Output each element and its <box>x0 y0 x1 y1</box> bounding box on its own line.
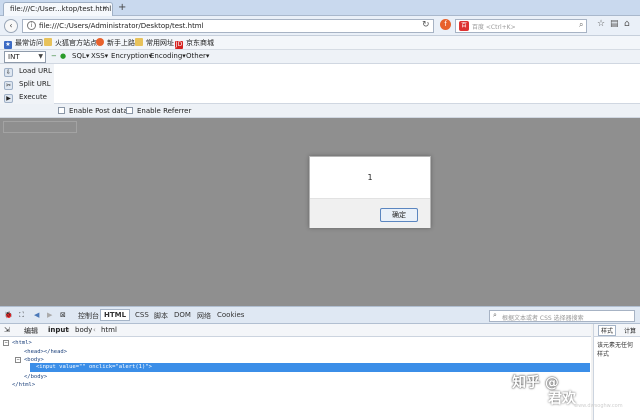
tree-node-head[interactable]: <head></head> <box>24 349 67 355</box>
home-icon[interactable]: ⌂ <box>624 19 630 29</box>
browser-tab[interactable]: file:///C:/User...ktop/test.html × <box>3 2 113 16</box>
star-folder-icon: ★ <box>4 41 12 49</box>
menu-encoding[interactable]: Encoding▾ <box>150 52 186 60</box>
side-panel-tabs: 样式 计算 <box>593 324 640 337</box>
bookmark-official-site[interactable]: 火狐官方站点 <box>44 38 97 48</box>
folder-icon <box>135 38 143 46</box>
back-icon[interactable]: ‹ <box>4 19 18 33</box>
hackbar-toolbar: INT ▼ − ● SQL▾ XSS▾ Encryption▾ Encoding… <box>0 50 640 64</box>
tab-network[interactable]: 网络 <box>197 311 211 321</box>
menu-xss[interactable]: XSS▾ <box>91 52 108 60</box>
tab-strip: file:///C:/User...ktop/test.html × + <box>0 0 640 16</box>
breadcrumb: ⇲ 编辑 input ‹ body ‹ html <box>0 324 591 337</box>
breadcrumb-html[interactable]: html <box>101 326 117 334</box>
inspect-icon[interactable]: ⛶ <box>19 311 24 320</box>
alert-dialog: 1 确定 <box>309 156 431 228</box>
checkbox-icon <box>126 107 133 114</box>
tab-computed[interactable]: 计算 <box>624 326 636 335</box>
close-tab-icon[interactable]: × <box>102 4 108 12</box>
dom-tree: − <html> <head></head> − <body> <input v… <box>0 337 591 420</box>
folder-icon <box>44 38 52 46</box>
hackbar-actions: ⇩ Load URL ✂ Split URL ▶ Execute <box>0 64 54 104</box>
execute-button[interactable]: ▶ Execute <box>4 93 47 103</box>
chevron-down-icon: ▼ <box>38 53 43 60</box>
devtools-toolbar: 🐞 ⛶ ◀ ▶ ⊠ 控制台 HTML CSS 脚本 DOM 网络 Cookies… <box>0 306 640 324</box>
url-text: file:///C:/Users/Administrator/Desktop/t… <box>39 22 204 30</box>
breadcrumb-input[interactable]: input <box>48 326 69 334</box>
jd-icon: JD <box>175 41 183 49</box>
collapse-icon[interactable]: − <box>15 357 21 363</box>
tree-node-html-close: </html> <box>12 382 36 388</box>
watermark-author: 君欢 <box>548 391 576 407</box>
firebug-icon[interactable]: 🐞 <box>4 311 13 319</box>
tab-title: file:///C:/User...ktop/test.html <box>10 5 112 13</box>
back-icon[interactable]: ◀ <box>34 311 39 319</box>
firefox-icon <box>96 38 104 46</box>
bookmarks-toolbar: ★ 最常访问 火狐官方站点 新手上路 常用网址 JD 京东商城 <box>0 36 640 50</box>
tree-node-html[interactable]: <html> <box>12 340 32 346</box>
breadcrumb-separator: ‹ <box>93 326 96 334</box>
page-content: 1 确定 <box>0 118 640 306</box>
ok-button[interactable]: 确定 <box>380 208 418 222</box>
search-icon: ⌕ <box>493 311 497 319</box>
search-go-icon[interactable]: ⌕ <box>579 20 583 30</box>
tab-css[interactable]: CSS <box>135 311 149 319</box>
tab-console[interactable]: 控制台 <box>78 311 99 321</box>
devtools-search-input[interactable]: ⌕ 根据文本或者 CSS 选择器搜索 <box>489 310 635 322</box>
input-field[interactable] <box>3 121 77 133</box>
decrement-icon[interactable]: − <box>51 52 57 60</box>
load-url-button[interactable]: ⇩ Load URL <box>4 67 52 77</box>
split-url-button[interactable]: ✂ Split URL <box>4 80 51 90</box>
breadcrumb-separator: ‹ <box>67 326 70 334</box>
forward-icon[interactable]: ▶ <box>47 311 52 319</box>
watermark-url: www.dwsoghw.com <box>574 403 623 409</box>
style-panel-text: 该元素无任何样式 <box>597 342 634 358</box>
enable-post-data-checkbox[interactable]: Enable Post data <box>58 107 128 115</box>
bookmark-common-sites[interactable]: 常用网址 <box>135 38 174 48</box>
menu-other[interactable]: Other▾ <box>186 52 209 60</box>
collapse-icon[interactable]: − <box>3 340 9 346</box>
edit-button[interactable]: 编辑 <box>24 326 38 336</box>
node-icon[interactable]: ⇲ <box>4 326 10 334</box>
menu-encryption[interactable]: Encryption▾ <box>111 52 152 60</box>
hackbar-url-textarea[interactable] <box>56 66 636 102</box>
tree-node-input-selected[interactable]: <input value="" onclick="alert(1)"> <box>30 363 590 372</box>
search-placeholder: 百度 <Ctrl+K> <box>472 24 516 31</box>
checkbox-icon <box>58 107 65 114</box>
dialog-footer: 确定 <box>310 198 430 228</box>
tab-cookies[interactable]: Cookies <box>217 311 244 319</box>
url-bar[interactable]: i file:///C:/Users/Administrator/Desktop… <box>22 19 434 33</box>
execute-icon: ▶ <box>4 94 13 103</box>
bookmark-star-icon[interactable]: ☆ <box>597 19 605 29</box>
tab-dom[interactable]: DOM <box>174 311 191 319</box>
split-url-icon: ✂ <box>4 81 13 90</box>
bookmark-most-visited[interactable]: ★ 最常访问 <box>4 38 43 49</box>
hackbar-options: Enable Post data Enable Referrer <box>0 104 640 118</box>
enable-referrer-checkbox[interactable]: Enable Referrer <box>126 107 191 115</box>
hackbar-panel: ⇩ Load URL ✂ Split URL ▶ Execute <box>0 64 640 104</box>
tree-node-body-close: </body> <box>24 374 48 380</box>
tab-script[interactable]: 脚本 <box>154 311 168 321</box>
tab-html[interactable]: HTML <box>100 309 131 321</box>
search-bar[interactable]: 百 百度 <Ctrl+K> <box>455 19 587 33</box>
bookmark-getting-started[interactable]: 新手上路 <box>96 38 135 48</box>
bookmarks-menu-icon[interactable]: ▤ <box>610 19 619 29</box>
load-url-icon: ⇩ <box>4 68 13 77</box>
breadcrumb-body[interactable]: body <box>75 326 92 334</box>
firefox-icon[interactable]: f <box>440 19 451 30</box>
alert-message: 1 <box>367 173 373 182</box>
clear-icon[interactable]: ⊠ <box>60 311 66 319</box>
reload-icon[interactable]: ↻ <box>422 20 430 30</box>
menu-sql[interactable]: SQL▾ <box>72 52 89 60</box>
new-tab-icon[interactable]: + <box>118 2 126 13</box>
baidu-icon: 百 <box>459 21 469 31</box>
type-select[interactable]: INT ▼ <box>4 51 46 63</box>
bookmark-jd[interactable]: JD 京东商城 <box>175 38 214 49</box>
tab-style[interactable]: 样式 <box>598 325 617 336</box>
increment-icon[interactable]: ● <box>60 52 66 60</box>
site-info-icon[interactable]: i <box>27 21 36 30</box>
